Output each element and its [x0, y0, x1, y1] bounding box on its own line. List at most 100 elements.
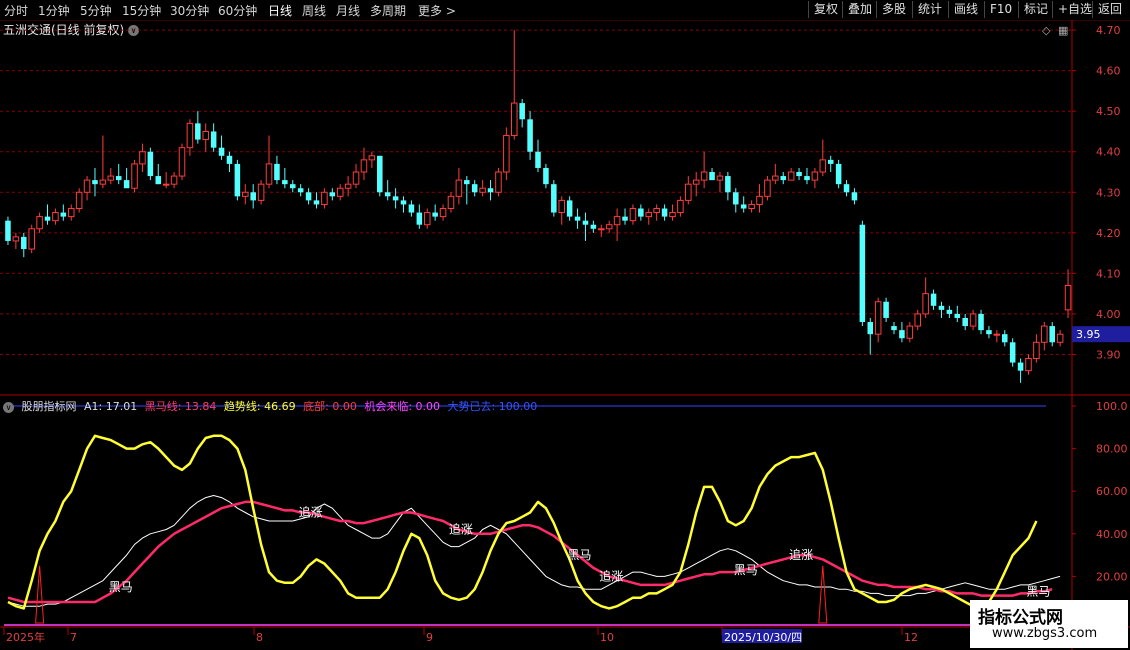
candle — [455, 167, 463, 205]
candle — [99, 135, 107, 189]
candle-body — [503, 135, 510, 173]
candle — [368, 151, 376, 168]
price-tick-label: 4.20 — [1096, 227, 1121, 240]
candle — [416, 204, 423, 229]
candle — [756, 184, 763, 213]
candle-body — [740, 204, 747, 209]
candle-body — [978, 313, 984, 331]
candle-body — [218, 147, 225, 156]
candle-body — [178, 147, 186, 177]
indicator-tick-label: 20.00 — [1096, 570, 1128, 583]
candle-body — [432, 212, 438, 217]
indicator-legend: ∨ 股朋指标网 A1: 17.01 黑马线: 13.84 趋势线: 46.69 … — [3, 398, 541, 414]
candle-body — [162, 183, 170, 186]
candle — [83, 176, 91, 201]
candle — [1025, 354, 1032, 375]
indicator-name[interactable]: 股朋指标网 — [22, 400, 77, 413]
candle — [638, 204, 644, 221]
signal-label: 黑马 — [109, 580, 133, 594]
candle-body — [566, 200, 573, 217]
candle — [906, 322, 914, 343]
candle-body — [969, 313, 977, 327]
candle-body — [859, 224, 866, 323]
candle-body — [92, 180, 98, 185]
candle — [527, 111, 533, 160]
candle — [464, 176, 470, 205]
candle — [716, 172, 724, 193]
candle — [677, 196, 684, 217]
candle-body — [527, 119, 533, 152]
date-label: 10 — [600, 631, 614, 644]
candle — [558, 196, 566, 225]
candle — [969, 309, 977, 331]
candle — [257, 180, 265, 205]
candle-body — [115, 176, 122, 181]
candle-body — [1001, 334, 1008, 343]
date-label: 12 — [904, 631, 918, 644]
candle — [653, 204, 660, 221]
candle-body — [558, 199, 566, 214]
candle-body — [5, 220, 11, 241]
candle-body — [360, 159, 368, 173]
candle-body — [986, 330, 992, 335]
candle — [432, 204, 438, 221]
candle — [796, 167, 802, 181]
date-label: 2025/10/30/四 — [724, 631, 802, 644]
yellow-line — [7, 434, 1038, 610]
candle-body — [716, 175, 724, 181]
candle — [883, 297, 889, 323]
candle-body — [867, 322, 874, 335]
candle-body — [883, 301, 889, 318]
candle — [162, 172, 170, 189]
indicator-collapse-icon[interactable]: ∨ — [3, 401, 14, 413]
candle-body — [416, 212, 423, 225]
candle-body — [993, 333, 1001, 336]
chart-canvas[interactable]: 4.70 4.60 4.50 4.40 4.30 4.20 4.10 4.00 3.90 3.95… — [0, 0, 1130, 650]
candle-body — [447, 195, 455, 210]
candle-body — [835, 163, 842, 185]
candle-body — [147, 151, 154, 177]
candle — [590, 220, 597, 233]
price-tick-label: 4.70 — [1096, 24, 1121, 37]
candle — [899, 322, 905, 343]
candle — [195, 111, 201, 144]
candle — [305, 188, 312, 205]
indicator-tick-label: 40.00 — [1096, 528, 1128, 541]
candle — [574, 208, 581, 229]
candle-body — [329, 192, 336, 197]
candle-body — [21, 236, 27, 250]
candle-body — [954, 313, 961, 318]
candle-body — [202, 130, 210, 141]
candle — [439, 204, 447, 221]
candle-body — [400, 200, 407, 205]
candle-body — [52, 212, 59, 222]
candle-body — [297, 188, 304, 193]
candle-body — [155, 176, 162, 185]
candle — [1009, 338, 1016, 367]
candle-body — [455, 179, 463, 197]
candle — [1041, 322, 1048, 351]
candle — [510, 30, 518, 140]
candle — [566, 196, 573, 221]
candle — [487, 180, 494, 201]
price-tick-label: 4.10 — [1096, 267, 1121, 280]
candle — [321, 188, 328, 209]
candle — [835, 159, 842, 189]
candle — [423, 208, 431, 229]
candle — [75, 188, 83, 213]
candle — [669, 204, 676, 221]
candle — [843, 180, 850, 197]
candle-body — [384, 192, 391, 197]
candle — [993, 330, 1001, 343]
candle-body — [922, 293, 929, 315]
candle — [535, 139, 541, 173]
candle-body — [725, 176, 731, 193]
candle-body — [819, 159, 827, 173]
candle — [709, 167, 715, 181]
candle-body — [67, 208, 75, 218]
candle — [408, 200, 415, 217]
candle-body — [123, 180, 130, 189]
candle — [740, 196, 747, 213]
candle — [313, 192, 320, 209]
candle — [210, 123, 217, 152]
